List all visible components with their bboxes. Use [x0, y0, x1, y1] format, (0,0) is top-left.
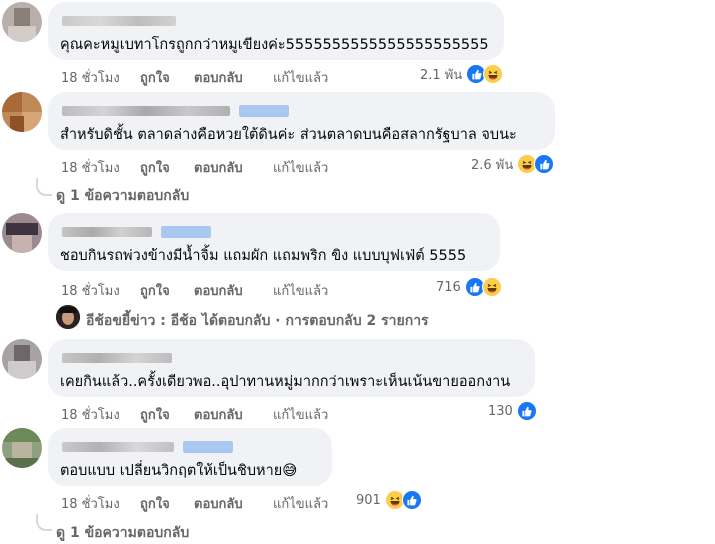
comment-2-like-button[interactable]: ถูกใจ — [140, 157, 170, 178]
comment-4-reply-button[interactable]: ตอบกลับ — [194, 404, 243, 425]
thread-line — [36, 514, 52, 531]
reply-summary-link[interactable]: อีช้อขยี้ข่าว : อีช้อ ได้ตอบกลับ · การตอ… — [86, 310, 429, 332]
comment-1-bubble: คุณคะหมูเบทาโกรถูกกว่าหมูเขียงค่ะ5555555… — [48, 2, 504, 60]
comment-1-reply-button[interactable]: ตอบกลับ — [194, 67, 243, 88]
comment-2-avatar[interactable] — [2, 92, 42, 132]
comment-3-text: ชอบกินรถพ่วงข้างมีน้ำจิ้ม แถมผัก แถมพริก… — [60, 248, 467, 264]
comment-4-bubble: เคยกินแล้ว..ครั้งเดียวพอ..อุปาทานหมู่มาก… — [48, 339, 535, 397]
comment-5-text: ตอบแบบ เปลี่ยนวิกฤตให้เป็นชิบหาย😅 — [60, 463, 298, 479]
like-icon — [534, 154, 555, 174]
comment-4-reaction-count: 130 — [488, 403, 513, 419]
comment-4-text: เคยกินแล้ว..ครั้งเดียวพอ..อุปาทานหมู่มาก… — [60, 374, 511, 390]
comment-5-like-button[interactable]: ถูกใจ — [140, 493, 170, 514]
comment-3-like-button[interactable]: ถูกใจ — [140, 280, 170, 301]
haha-icon — [481, 277, 502, 297]
haha-icon — [483, 64, 504, 84]
comment-2-author-name[interactable] — [62, 106, 230, 116]
comment-4-reactions[interactable]: 130 — [488, 401, 537, 421]
comment-1-text: คุณคะหมูเบทาโกรถูกกว่าหมูเขียงค่ะ5555555… — [60, 37, 489, 53]
comment-4-time[interactable]: 18 ชั่วโมง — [61, 404, 120, 425]
comment-5-author-name[interactable] — [62, 442, 174, 452]
comment-3-reactions[interactable]: 716 — [436, 277, 502, 297]
comment-3-reaction-count: 716 — [436, 279, 461, 295]
comment-2-reaction-count: 2.6 พัน — [471, 157, 514, 173]
comment-1-reaction-count: 2.1 พัน — [420, 67, 463, 83]
comment-5-bubble: ตอบแบบ เปลี่ยนวิกฤตให้เป็นชิบหาย😅 — [48, 428, 332, 486]
comment-5-reaction-count: 901 — [356, 492, 381, 508]
comment-2-reply-button[interactable]: ตอบกลับ — [194, 157, 243, 178]
comment-3-author-badge — [161, 226, 211, 238]
comment-3-author-name[interactable] — [62, 227, 152, 237]
comment-1-avatar[interactable] — [2, 2, 42, 42]
comment-2-author-badge — [239, 105, 289, 117]
comment-4-author-name[interactable] — [62, 353, 172, 363]
comment-2-bubble: สำหรับดิชั้น ตลาดล่างคือหวยใต้ดินค่ะ ส่ว… — [48, 92, 555, 150]
comment-5-time[interactable]: 18 ชั่วโมง — [61, 493, 120, 514]
comment-3-bubble: ชอบกินรถพ่วงข้างมีน้ำจิ้ม แถมผัก แถมพริก… — [48, 213, 500, 271]
comment-3-time[interactable]: 18 ชั่วโมง — [61, 280, 120, 301]
comment-5-reactions[interactable]: 901 — [356, 490, 422, 510]
like-icon — [401, 490, 422, 510]
comment-3-avatar[interactable] — [2, 213, 42, 253]
comment-1-like-button[interactable]: ถูกใจ — [140, 67, 170, 88]
reply-author-avatar[interactable] — [56, 305, 80, 329]
comment-3-edited-label: แก้ไขแล้ว — [273, 284, 329, 299]
comment-3-reply-button[interactable]: ตอบกลับ — [194, 280, 243, 301]
comment-1-reactions[interactable]: 2.1 พัน — [420, 64, 504, 84]
view-replies-link[interactable]: ดู 1 ข้อความตอบกลับ — [56, 522, 189, 544]
comment-4-avatar[interactable] — [2, 339, 42, 379]
comment-4-like-button[interactable]: ถูกใจ — [140, 404, 170, 425]
comment-2-reactions[interactable]: 2.6 พัน — [471, 154, 555, 174]
comment-5-author-badge — [183, 441, 233, 453]
thread-line — [36, 178, 52, 196]
comment-2-text: สำหรับดิชั้น ตลาดล่างคือหวยใต้ดินค่ะ ส่ว… — [60, 127, 517, 143]
like-icon — [516, 401, 537, 421]
comment-5-reply-button[interactable]: ตอบกลับ — [194, 493, 243, 514]
comment-5-avatar[interactable] — [2, 428, 42, 468]
comment-2-edited-label: แก้ไขแล้ว — [273, 161, 329, 176]
comment-1-edited-label: แก้ไขแล้ว — [273, 71, 329, 86]
comment-4-edited-label: แก้ไขแล้ว — [273, 408, 329, 423]
comment-5-edited-label: แก้ไขแล้ว — [273, 497, 329, 512]
comment-2-time[interactable]: 18 ชั่วโมง — [61, 157, 120, 178]
comment-1-time[interactable]: 18 ชั่วโมง — [61, 67, 120, 88]
comment-1-author-name[interactable] — [62, 16, 176, 26]
view-replies-link[interactable]: ดู 1 ข้อความตอบกลับ — [56, 185, 189, 207]
